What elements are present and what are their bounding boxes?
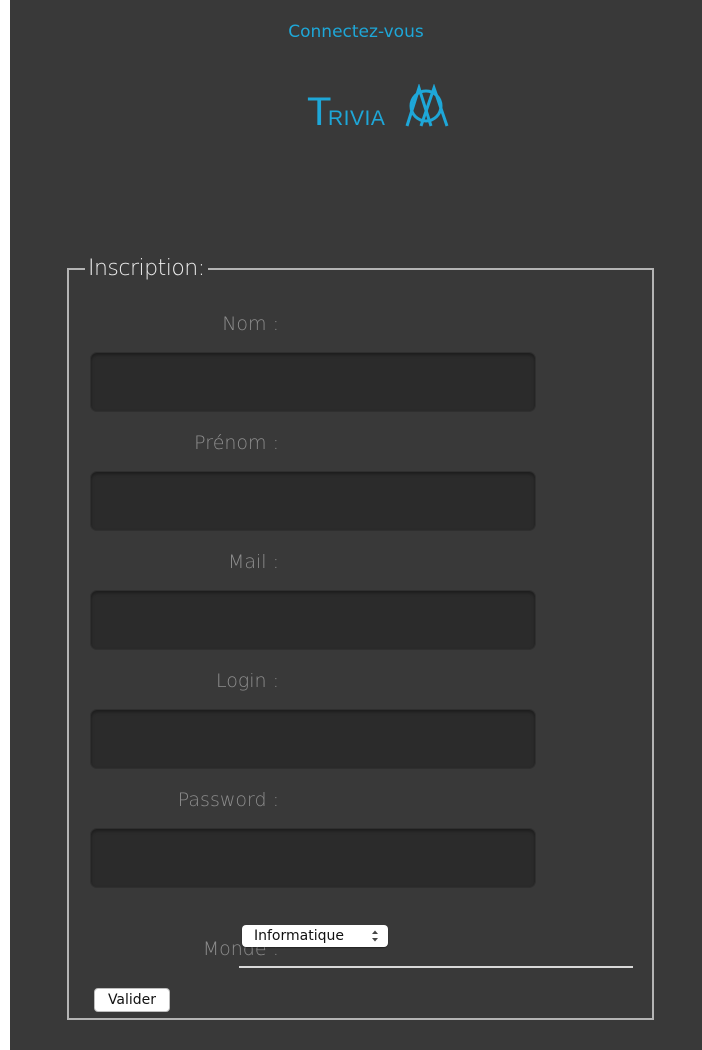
monde-selected-value: Informatique: [254, 928, 344, 944]
nom-input[interactable]: [90, 352, 536, 412]
prenom-label: Prénom :: [194, 432, 279, 454]
logo-letters-rest: RIVIA: [328, 107, 385, 130]
valider-button[interactable]: Valider: [94, 988, 170, 1012]
page: Connectez-vous T RIVIA Inscription: Nom …: [10, 0, 702, 1050]
password-input[interactable]: [90, 828, 536, 888]
trivia-logo: T RIVIA: [307, 83, 457, 134]
logo-emblem-icon: [405, 83, 449, 127]
password-label: Password :: [177, 789, 279, 811]
login-label: Login :: [215, 670, 279, 692]
login-input[interactable]: [90, 709, 536, 769]
mail-label: Mail :: [227, 551, 279, 573]
nom-label: Nom :: [222, 313, 279, 335]
monde-divider: [239, 966, 633, 968]
select-arrows-icon: [371, 925, 379, 956]
login-link[interactable]: Connectez-vous: [10, 22, 702, 42]
mail-input[interactable]: [90, 590, 536, 650]
form-legend: Inscription:: [88, 256, 205, 281]
monde-select[interactable]: Informatique: [242, 925, 388, 947]
prenom-input[interactable]: [90, 471, 536, 531]
